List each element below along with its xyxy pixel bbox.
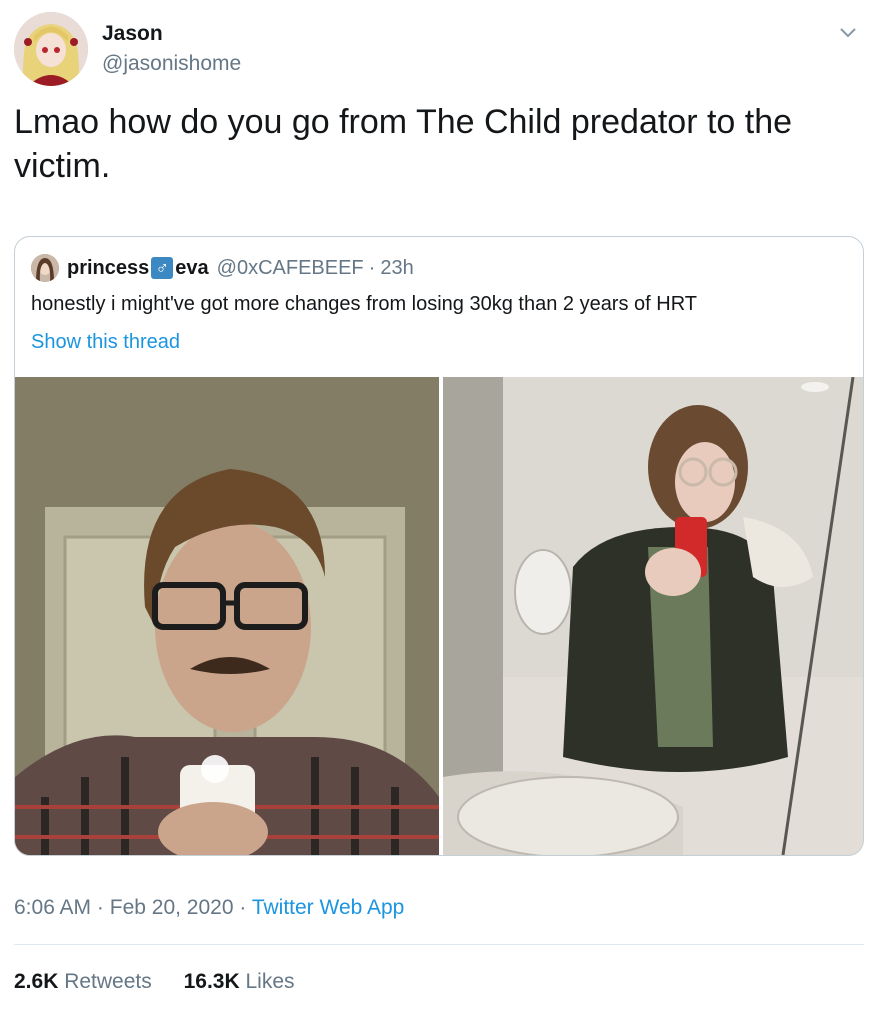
tweet-meta: 6:06 AM · Feb 20, 2020 · Twitter Web App [14, 896, 404, 920]
tweet-source-app[interactable]: Twitter Web App [252, 896, 405, 919]
quoted-author-name-part1[interactable]: princess [67, 257, 149, 280]
tweet-stats: 2.6K Retweets 16.3K Likes [14, 970, 321, 994]
author-handle[interactable]: @jasonishome [102, 52, 241, 76]
author-name[interactable]: Jason [102, 22, 163, 46]
tweet-text: Lmao how do you go from The Child predat… [14, 103, 793, 185]
tweet-date[interactable]: Feb 20, 2020 [110, 896, 234, 919]
quoted-tweet-photos [15, 377, 863, 855]
retweets-label: Retweets [64, 970, 152, 993]
likes-stat[interactable]: 16.3K Likes [184, 970, 295, 993]
meta-separator: · [96, 896, 104, 919]
quoted-tweet-time[interactable]: 23h [380, 257, 413, 280]
divider [14, 944, 864, 945]
retweets-count: 2.6K [14, 970, 59, 993]
meta-separator: · [239, 896, 247, 919]
separator-dot: · [368, 256, 376, 279]
tweet-header: Jason @jasonishome [14, 12, 864, 88]
quoted-tweet-header: princess ♂ eva @0xCAFEBEEF · 23h [31, 253, 414, 283]
after-photo[interactable] [443, 377, 863, 855]
quoted-author-handle[interactable]: @0xCAFEBEEF [217, 257, 364, 280]
quoted-tweet-text: honestly i might've got more changes fro… [31, 293, 698, 315]
quoted-author-avatar[interactable] [31, 254, 59, 282]
chevron-down-icon[interactable] [836, 20, 860, 44]
anime-avatar-icon [14, 12, 88, 86]
author-avatar[interactable] [14, 12, 88, 86]
retweets-stat[interactable]: 2.6K Retweets [14, 970, 152, 993]
before-photo[interactable] [15, 377, 439, 855]
quoted-author-name-part2[interactable]: eva [175, 257, 208, 280]
likes-label: Likes [245, 970, 295, 993]
male-symbol-icon: ♂ [151, 257, 174, 279]
likes-count: 16.3K [183, 970, 240, 993]
quoted-tweet[interactable]: princess ♂ eva @0xCAFEBEEF · 23h honestl… [14, 236, 864, 856]
show-thread-link[interactable]: Show this thread [31, 331, 180, 354]
tweet-time[interactable]: 6:06 AM [14, 896, 91, 919]
